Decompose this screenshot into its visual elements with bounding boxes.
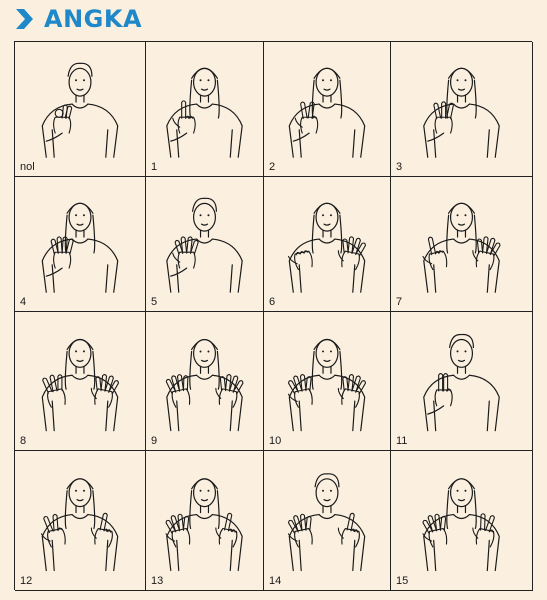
sign-illustration <box>288 67 366 158</box>
sign-illustration <box>41 338 119 432</box>
sign-cell: 8 <box>15 312 146 451</box>
sign-cell: 12 <box>15 451 146 591</box>
sign-illustration <box>287 338 366 432</box>
signer-figure <box>423 333 500 432</box>
hand-shape-left <box>287 250 313 271</box>
sign-cell: 4 <box>15 177 146 312</box>
hand-shape <box>294 101 319 134</box>
signer-figure <box>166 67 243 158</box>
sign-illustration <box>287 473 366 572</box>
hand-shape-right <box>337 512 360 548</box>
sign-number-grid: nol 1 2 3 4 5 6 7 8 9 10 11 12 13 14 15 <box>14 41 533 591</box>
signer-figure <box>41 202 119 293</box>
sign-number-label: 4 <box>20 296 27 308</box>
hand-shape-right <box>337 374 366 408</box>
sign-cell: 14 <box>264 451 391 591</box>
sign-illustration <box>166 197 243 293</box>
sign-cell: 9 <box>146 312 264 451</box>
signer-figure <box>40 478 119 572</box>
sign-cell: 5 <box>146 177 264 312</box>
sign-illustration <box>287 202 366 293</box>
sign-illustration <box>165 478 243 572</box>
sign-number-label: 11 <box>396 435 408 447</box>
sign-number-label: 1 <box>151 161 158 173</box>
sign-illustration <box>41 202 119 293</box>
sign-illustration <box>422 202 501 293</box>
sign-cell: 13 <box>146 451 264 591</box>
signer-figure <box>41 338 119 432</box>
sign-number-label: 5 <box>151 296 158 308</box>
sign-cell: 3 <box>391 42 533 177</box>
sign-number-label: 3 <box>396 161 403 173</box>
page-header: ANGKA <box>14 4 142 34</box>
signer-figure <box>287 202 366 293</box>
sign-cell: 11 <box>391 312 533 451</box>
signer-figure <box>165 338 244 432</box>
sign-number-label: 12 <box>20 575 33 587</box>
signer-figure <box>423 67 500 158</box>
sign-number-label: nol <box>20 161 35 173</box>
sign-number-label: 13 <box>151 575 164 587</box>
sign-cell: 15 <box>391 451 533 591</box>
hand-shape-right <box>90 512 113 548</box>
signer-figure <box>422 478 500 572</box>
sign-illustration <box>423 333 500 432</box>
sign-illustration <box>422 478 500 572</box>
hand-shape-right <box>215 512 238 548</box>
hand-shape <box>434 373 453 407</box>
sign-illustration <box>41 62 119 158</box>
sign-cell: nol <box>15 42 146 177</box>
sign-number-label: 9 <box>151 435 158 447</box>
sign-illustration <box>423 67 500 158</box>
sign-number-label: 7 <box>396 296 403 308</box>
signer-figure <box>287 473 366 572</box>
chevron-right-icon <box>16 9 33 29</box>
signer-figure <box>166 197 243 293</box>
hand-shape <box>172 236 199 269</box>
sign-number-label: 2 <box>269 161 276 173</box>
hand-shape-right <box>215 374 244 408</box>
sign-number-label: 6 <box>269 296 276 308</box>
sign-illustration <box>166 67 243 158</box>
sign-illustration <box>165 338 244 432</box>
signer-figure <box>287 338 366 432</box>
sign-number-label: 10 <box>269 435 282 447</box>
hand-shape <box>172 100 196 134</box>
sign-cell: 2 <box>264 42 391 177</box>
sign-number-label: 15 <box>396 575 409 587</box>
hand-shape-right <box>90 374 119 408</box>
sign-cell: 10 <box>264 312 391 451</box>
signer-figure <box>422 202 501 293</box>
sign-cell: 7 <box>391 177 533 312</box>
signer-figure <box>41 62 119 158</box>
hand-shape-right <box>472 513 495 548</box>
signer-figure <box>165 478 243 572</box>
sign-cell: 1 <box>146 42 264 177</box>
sign-number-label: 14 <box>269 575 282 587</box>
page-title: ANGKA <box>44 5 143 33</box>
signer-figure <box>288 67 366 158</box>
sign-cell: 6 <box>264 177 391 312</box>
sign-illustration <box>40 478 119 572</box>
sign-number-label: 8 <box>20 435 27 447</box>
